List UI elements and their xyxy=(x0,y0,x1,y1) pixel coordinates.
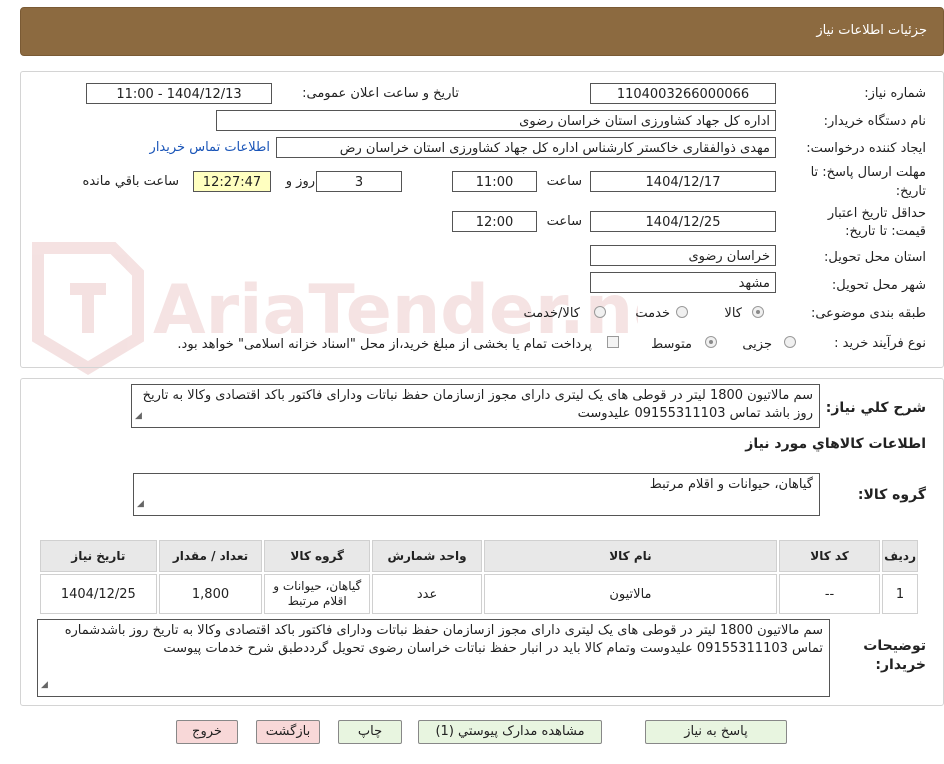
page-header: جزئیات اطلاعات نیاز xyxy=(20,7,944,56)
resize-grip-icon[interactable]: ◢ xyxy=(137,495,144,513)
category-label: طبقه بندی موضوعی: xyxy=(810,306,926,321)
table-header-row: ردیف کد کالا نام کالا واحد شمارش گروه کا… xyxy=(40,540,918,572)
cell-group: گیاهان، حیوانات و اقلام مرتبط xyxy=(264,574,371,614)
category-option-goods: کالا xyxy=(724,306,742,321)
col-group: گروه کالا xyxy=(264,540,371,572)
validity-label-line2: قیمت: تا تاریخ: xyxy=(845,224,926,239)
deadline-label-line2: تاریخ: xyxy=(895,184,926,199)
col-row: ردیف xyxy=(882,540,918,572)
summary-text: سم مالاتیون 1800 لیتر در قوطی های یک لیت… xyxy=(142,388,813,421)
exit-button[interactable]: خروج xyxy=(176,720,238,744)
summary-label: شرح کلي نیاز: xyxy=(825,400,926,416)
remaining-time-field: 12:27:47 xyxy=(193,171,271,192)
category-option-service: خدمت xyxy=(635,306,670,321)
print-button[interactable]: چاپ xyxy=(338,720,402,744)
cell-row: 1 xyxy=(882,574,918,614)
reply-button[interactable]: پاسخ به نیاز xyxy=(645,720,787,744)
goods-group-label: گروه کالا: xyxy=(857,487,926,503)
buyer-notes-label-line2: خریدار: xyxy=(875,657,926,673)
validity-time-label: ساعت xyxy=(546,214,582,229)
deadline-label-line1: مهلت ارسال پاسخ: تا xyxy=(810,165,926,180)
need-number-label: شماره نیاز: xyxy=(864,86,926,101)
buyer-contact-link[interactable]: اطلاعات تماس خریدار xyxy=(150,140,270,155)
deadline-days-field: 3 xyxy=(316,171,402,192)
cell-date: 1404/12/25 xyxy=(40,574,157,614)
process-option-minor: جزیی xyxy=(742,337,772,352)
category-radio-service[interactable] xyxy=(676,306,688,318)
table-row: 1 -- مالاتیون عدد گیاهان، حیوانات و اقلا… xyxy=(40,574,918,614)
goods-group-text: گیاهان، حیوانات و اقلام مرتبط xyxy=(649,477,813,492)
col-unit: واحد شمارش xyxy=(372,540,482,572)
process-radio-medium[interactable] xyxy=(705,336,717,348)
items-table: ردیف کد کالا نام کالا واحد شمارش گروه کا… xyxy=(38,538,920,616)
validity-date-field: 1404/12/25 xyxy=(590,211,776,232)
treasury-checkbox[interactable] xyxy=(607,336,619,348)
requester-label: ایجاد کننده درخواست: xyxy=(806,141,926,156)
need-number-field: 1104003266000066 xyxy=(590,83,776,104)
category-radio-goods[interactable] xyxy=(752,306,764,318)
days-label: روز و xyxy=(285,174,315,189)
back-button[interactable]: بازگشت xyxy=(256,720,320,744)
treasury-note: پرداخت تمام یا بخشی از مبلغ خرید،از محل … xyxy=(177,337,592,352)
category-option-goods-service: کالا/خدمت xyxy=(523,306,580,321)
col-qty: تعداد / مقدار xyxy=(158,540,263,572)
resize-grip-icon[interactable]: ◢ xyxy=(135,407,142,425)
province-field: خراسان رضوی xyxy=(590,245,776,266)
buyer-notes-textarea: سم مالاتیون 1800 لیتر در قوطی های یک لیت… xyxy=(37,619,830,697)
col-code: کد کالا xyxy=(778,540,881,572)
goods-group-textarea: گیاهان، حیوانات و اقلام مرتبط ◢ xyxy=(133,473,820,516)
remaining-time-label: ساعت باقي مانده xyxy=(82,174,179,189)
requester-field: مهدی ذوالفقاری خاکستر کارشناس اداره کل ج… xyxy=(276,137,776,158)
col-name: نام کالا xyxy=(483,540,777,572)
cell-name: مالاتیون xyxy=(483,574,777,614)
view-attachments-button[interactable]: مشاهده مدارک پیوستي (1) xyxy=(418,720,602,744)
process-radio-minor[interactable] xyxy=(784,336,796,348)
buyer-org-field: اداره کل جهاد کشاورزی استان خراسان رضوی xyxy=(216,110,776,131)
process-label: نوع فرآیند خرید : xyxy=(834,336,926,351)
resize-grip-icon[interactable]: ◢ xyxy=(41,676,48,694)
validity-label-line1: حداقل تاریخ اعتبار xyxy=(827,206,926,221)
province-label: استان محل تحویل: xyxy=(824,250,926,265)
summary-textarea: سم مالاتیون 1800 لیتر در قوطی های یک لیت… xyxy=(131,384,820,428)
announce-datetime-field: 1404/12/13 - 11:00 xyxy=(86,83,272,104)
process-option-medium: متوسط xyxy=(651,337,692,352)
buyer-notes-label-line1: توضیحات xyxy=(863,638,926,654)
category-radio-goods-service[interactable] xyxy=(594,306,606,318)
deadline-time-label: ساعت xyxy=(546,174,582,189)
cell-qty: 1,800 xyxy=(158,574,263,614)
page-title: جزئیات اطلاعات نیاز xyxy=(816,23,927,38)
cell-unit: عدد xyxy=(372,574,482,614)
cell-code: -- xyxy=(778,574,881,614)
buyer-notes-text: سم مالاتیون 1800 لیتر در قوطی های یک لیت… xyxy=(64,623,823,656)
deadline-date-field: 1404/12/17 xyxy=(590,171,776,192)
validity-time-field: 12:00 xyxy=(452,211,537,232)
announce-datetime-label: تاریخ و ساعت اعلان عمومی: xyxy=(302,86,459,101)
city-label: شهر محل تحویل: xyxy=(831,278,926,293)
goods-section-title: اطلاعات کالاهاي مورد نیاز xyxy=(745,436,926,452)
deadline-time-field: 11:00 xyxy=(452,171,537,192)
col-date: تاریخ نیاز xyxy=(40,540,157,572)
city-field: مشهد xyxy=(590,272,776,293)
buyer-org-label: نام دستگاه خریدار: xyxy=(823,114,926,129)
